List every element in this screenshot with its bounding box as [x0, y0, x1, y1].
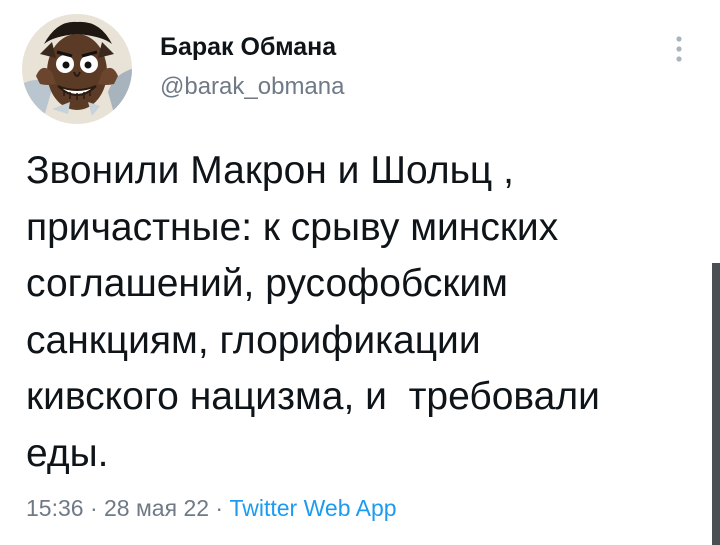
tweet-time[interactable]: 15:36 — [26, 495, 84, 521]
meta-separator: · — [209, 495, 230, 521]
avatar[interactable] — [22, 14, 132, 124]
tweet-source-link[interactable]: Twitter Web App — [229, 495, 396, 521]
tweet-text-line: еды. — [26, 431, 109, 475]
vertical-ellipsis-icon — [676, 36, 682, 62]
tweet-text-line: кивского нацизма, и требовали — [26, 375, 600, 418]
scrollbar-thumb[interactable] — [712, 263, 720, 545]
author-display-name[interactable]: Барак Обмана — [160, 32, 344, 62]
tweet-text-line: соглашений, русофобским — [26, 262, 508, 305]
tweet-date[interactable]: 28 мая 22 — [104, 495, 209, 521]
author-block: Барак Обмана @barak_obmana — [160, 32, 344, 102]
caricature-avatar-icon — [22, 14, 132, 124]
tweet-text-line: причастные: к срыву минских — [26, 205, 559, 249]
tweet-text: Звонили Макрон и Шольц , причастные: к с… — [26, 143, 698, 482]
tweet-meta: 15:36 · 28 мая 22 · Twitter Web App — [26, 493, 397, 523]
tweet-text-line: санкциям, глорификации — [26, 318, 481, 362]
meta-separator: · — [83, 495, 105, 521]
tweet-text-line: Звонили Макрон и Шольц , — [26, 149, 514, 192]
tweet-card: Барак Обмана @barak_obmana Звонили Макро… — [0, 0, 720, 545]
author-handle[interactable]: @barak_obmana — [160, 72, 344, 102]
more-options-button[interactable] — [664, 32, 694, 66]
